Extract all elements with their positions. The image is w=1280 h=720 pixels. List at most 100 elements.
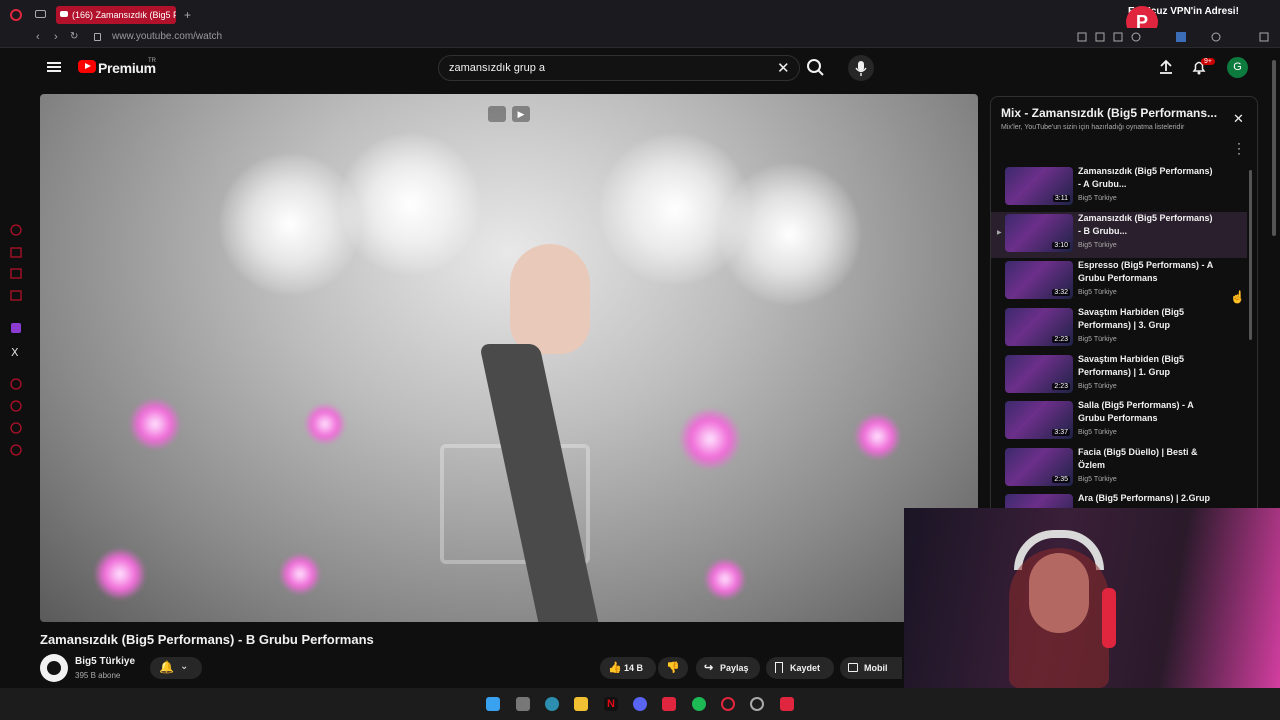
channel-name[interactable]: Big5 Türkiye <box>75 656 135 667</box>
like-button[interactable]: 👍 14 B <box>600 657 656 679</box>
next-video-icon[interactable]: ▶ <box>512 106 530 122</box>
search-button[interactable] <box>803 55 829 81</box>
playlist-item-channel: Big5 Türkiye <box>1078 429 1117 436</box>
back-icon[interactable]: ‹ <box>36 31 40 43</box>
bookmark-icon <box>775 662 783 673</box>
video-duration: 2:23 <box>1052 383 1070 390</box>
forward-icon[interactable]: › <box>54 31 58 43</box>
app-icon[interactable] <box>750 697 764 711</box>
browser-tab-bar <box>0 0 1280 28</box>
webcam-overlay <box>904 508 1280 688</box>
share-icon: ↪ <box>704 662 714 674</box>
close-playlist-icon[interactable]: ✕ <box>1233 111 1244 127</box>
playlist-item[interactable]: Ara (Big5 Performans) | 2.Grup <box>991 492 1247 508</box>
playlist-item-title: Salla (Big5 Performans) - A Grubu Perfor… <box>1078 400 1194 423</box>
mobile-device-button[interactable]: Mobil cih <box>840 657 902 679</box>
pink-spotlight <box>280 554 320 594</box>
browser-tab-active[interactable]: (166) Zamansızdık (Big5 Pe <box>56 6 176 24</box>
url-field[interactable]: www.youtube.com/watch <box>112 31 222 42</box>
youtube-logo-icon[interactable] <box>78 60 96 73</box>
video-duration: 3:10 <box>1052 242 1070 249</box>
extensions-toolbar[interactable] <box>1076 31 1272 43</box>
reload-icon[interactable]: ↻ <box>70 31 78 42</box>
netflix-icon[interactable]: N <box>604 697 618 711</box>
notification-badge: 9+ <box>1201 58 1215 65</box>
lock-icon <box>94 33 101 41</box>
video-thumbnail: 3:11 <box>1005 167 1073 205</box>
playlist-item-channel: Big5 Türkiye <box>1078 289 1117 296</box>
playlist-item-now-playing[interactable]: ▶ 3:10 Zamansızdık (Big5 Performans) - B… <box>991 212 1247 258</box>
video-player[interactable]: ▶ <box>40 94 978 622</box>
like-count: 14 B <box>624 663 644 673</box>
pink-spotlight <box>305 404 345 444</box>
opera-logo-icon[interactable] <box>10 9 22 21</box>
stage-light <box>220 154 360 294</box>
file-explorer-icon[interactable] <box>574 697 588 711</box>
search-value: zamansızdık grup a <box>449 62 545 74</box>
dislike-button[interactable]: 👎 <box>658 657 688 679</box>
youtube-favicon-icon <box>60 11 68 17</box>
avatar-letter: G <box>1233 61 1242 73</box>
video-thumbnail: 3:32 <box>1005 261 1073 299</box>
playlist-subtitle: Mix'ler, YouTube'un sizin için hazırladı… <box>1001 124 1185 131</box>
video-duration: 3:11 <box>1052 195 1070 202</box>
playlist-item[interactable]: 2:23 Savaştım Harbiden (Big5 Performans)… <box>991 306 1247 352</box>
mouse-cursor-icon: ☝ <box>1230 290 1245 304</box>
miniplayer-icon[interactable] <box>488 106 506 122</box>
opera-sidebar-icons[interactable]: X <box>8 222 24 462</box>
settings-gear-icon[interactable] <box>545 697 559 711</box>
hamburger-menu-icon[interactable] <box>47 62 61 72</box>
subscriber-count: 395 B abone <box>75 671 121 680</box>
microphone <box>1102 588 1116 648</box>
page-scrollbar[interactable] <box>1272 60 1276 236</box>
channel-avatar[interactable] <box>40 654 68 682</box>
clear-search-icon[interactable]: ✕ <box>777 59 790 77</box>
playlist-item-channel: Big5 Türkiye <box>1078 383 1117 390</box>
playlist-item-channel: Big5 Türkiye <box>1078 476 1117 483</box>
thumbs-down-icon: 👎 <box>666 662 680 674</box>
playlist-item[interactable]: 3:37 Salla (Big5 Performans) - A Grubu P… <box>991 399 1247 445</box>
video-duration: 2:23 <box>1052 336 1070 343</box>
app-red-icon[interactable] <box>780 697 794 711</box>
pink-spotlight <box>855 414 900 459</box>
pink-spotlight <box>130 399 180 449</box>
playlist-item[interactable]: 3:11 Zamansızdık (Big5 Performans) - A G… <box>991 165 1247 211</box>
opera-gx-icon[interactable] <box>721 697 735 711</box>
account-avatar[interactable]: G <box>1227 57 1248 78</box>
windows-start-icon[interactable] <box>486 697 500 711</box>
raised-hand <box>510 244 590 354</box>
stage-light <box>720 164 860 304</box>
task-view-icon[interactable] <box>516 697 530 711</box>
save-button[interactable]: Kaydet <box>766 657 834 679</box>
workspace-icon[interactable] <box>35 10 46 18</box>
cast-icon <box>848 663 858 672</box>
playlist-item[interactable]: 2:35 Facia (Big5 Düello) | Besti & Özlem… <box>991 446 1247 492</box>
playlist-scrollbar[interactable] <box>1249 170 1252 340</box>
playlist-item-title: Espresso (Big5 Performans) - A Grubu Per… <box>1078 260 1213 283</box>
streaming-app-icon[interactable] <box>662 697 676 711</box>
voice-search-button[interactable] <box>848 55 874 81</box>
streamer-hair <box>1009 548 1109 688</box>
more-options-icon[interactable]: · · · <box>1237 137 1241 159</box>
playlist-title: Mix - Zamansızdık (Big5 Performans... <box>1001 106 1218 120</box>
search-input[interactable]: zamansızdık grup a <box>438 55 800 81</box>
upload-icon[interactable] <box>1158 59 1174 75</box>
thumbs-up-icon: 👍 <box>608 662 622 674</box>
playlist-item-channel: Big5 Türkiye <box>1078 336 1117 343</box>
playlist-item-channel: Big5 Türkiye <box>1078 242 1117 249</box>
playlist-item[interactable]: 2:23 Savaştım Harbiden (Big5 Performans)… <box>991 353 1247 399</box>
svg-text:X: X <box>11 346 19 359</box>
discord-icon[interactable] <box>633 697 647 711</box>
share-button[interactable]: ↪ Paylaş <box>696 657 760 679</box>
new-tab-icon[interactable]: + <box>184 8 191 22</box>
spotify-icon[interactable] <box>692 697 706 711</box>
playlist-item-channel: Big5 Türkiye <box>1078 195 1117 202</box>
chevron-down-icon: ⌄ <box>180 661 189 672</box>
video-thumbnail: 2:35 <box>1005 448 1073 486</box>
video-thumbnail: 3:37 <box>1005 401 1073 439</box>
save-label: Kaydet <box>790 663 821 673</box>
subscription-bell-button[interactable]: 🔔 ⌄ <box>150 657 202 679</box>
playlist-item[interactable]: 3:32 Espresso (Big5 Performans) - A Grub… <box>991 259 1247 305</box>
video-thumbnail: 2:23 <box>1005 355 1073 393</box>
share-label: Paylaş <box>720 663 749 673</box>
